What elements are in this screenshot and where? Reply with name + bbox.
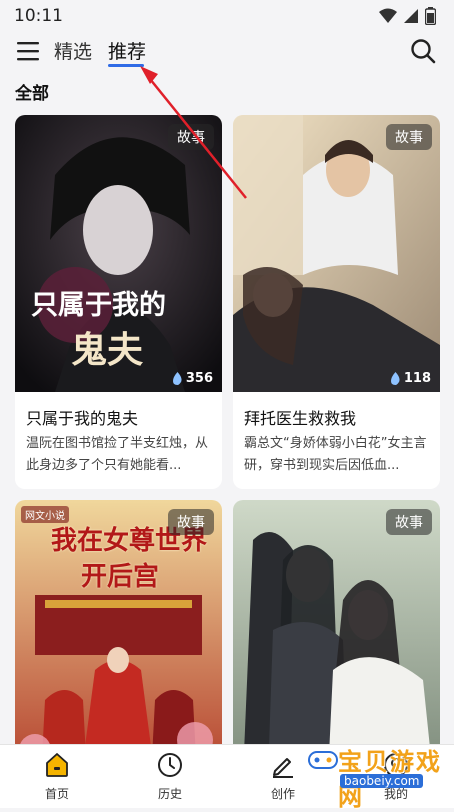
story-badge: 故事	[168, 124, 214, 150]
story-badge: 故事	[386, 124, 432, 150]
story-cover[interactable]: 只属于我的 鬼夫 故事 356	[15, 115, 222, 392]
status-time: 10:11	[14, 6, 63, 26]
battery-icon	[425, 7, 436, 25]
watermark-url: baobeiy.com	[340, 774, 424, 788]
nav-label-home: 首页	[44, 787, 69, 801]
like-count-value: 118	[403, 371, 431, 386]
search-icon[interactable]	[409, 37, 437, 65]
active-tab-indicator	[108, 64, 144, 67]
story-title[interactable]: 只属于我的鬼夫	[15, 392, 222, 433]
like-count: 356	[172, 371, 213, 386]
section-title: 全部	[15, 84, 49, 104]
status-bar: 10:11	[0, 0, 454, 32]
story-cover[interactable]: 网文小说 我在女尊世界 开后宫 故事	[15, 500, 222, 777]
pen-icon	[273, 758, 293, 778]
nav-label-history: 历史	[157, 787, 182, 801]
nav-label-create: 创作	[270, 787, 295, 801]
signal-icon	[404, 9, 418, 23]
wifi-icon	[379, 8, 397, 23]
flame-icon	[390, 372, 400, 385]
menu-icon[interactable]	[15, 38, 41, 64]
story-card[interactable]: 故事	[233, 500, 440, 777]
nav-item-home[interactable]: 首页	[27, 751, 87, 802]
story-badge: 故事	[168, 509, 214, 535]
cover-illustration	[233, 500, 440, 777]
nav-item-create[interactable]: 创作	[253, 751, 313, 802]
cover-title-line2: 开后宫	[81, 562, 160, 592]
status-icons	[379, 7, 436, 25]
story-title[interactable]: 拜托医生救救我	[233, 392, 440, 433]
cover-title-line2: 鬼夫	[71, 329, 144, 371]
story-card[interactable]: 故事 118 拜托医生救救我 霸总文“身娇体弱小白花”女主言研，穿书到现实后因低…	[233, 115, 440, 489]
story-cover[interactable]: 故事 118	[233, 115, 440, 392]
tab-recommended[interactable]: 推荐	[108, 37, 146, 64]
gamepad-icon	[308, 751, 338, 769]
like-count: 118	[390, 371, 431, 386]
top-nav: 精选 推荐	[0, 32, 454, 72]
story-card[interactable]: 网文小说 我在女尊世界 开后宫 故事	[15, 500, 222, 777]
cover-title-line1: 只属于我的	[31, 290, 166, 321]
story-badge: 故事	[386, 509, 432, 535]
clock-icon	[158, 753, 182, 777]
story-description: 温阮在图书馆捡了半支红烛，从此身边多了个只有她能看...	[26, 436, 209, 473]
story-cover[interactable]: 故事	[233, 500, 440, 777]
flame-icon	[172, 372, 182, 385]
like-count-value: 356	[185, 371, 213, 386]
cover-illustration	[233, 115, 440, 392]
nav-item-history[interactable]: 历史	[140, 751, 200, 802]
story-card[interactable]: 只属于我的 鬼夫 故事 356 只属于我的鬼夫 温阮在图书馆捡了半支红烛，从此身…	[15, 115, 222, 489]
watermark: 宝贝游戏网 baobeiy.com	[308, 742, 448, 811]
home-icon	[46, 753, 68, 777]
tab-featured[interactable]: 精选	[54, 37, 92, 64]
story-description: 霸总文“身娇体弱小白花”女主言研，穿书到现实后因低血...	[244, 436, 427, 473]
